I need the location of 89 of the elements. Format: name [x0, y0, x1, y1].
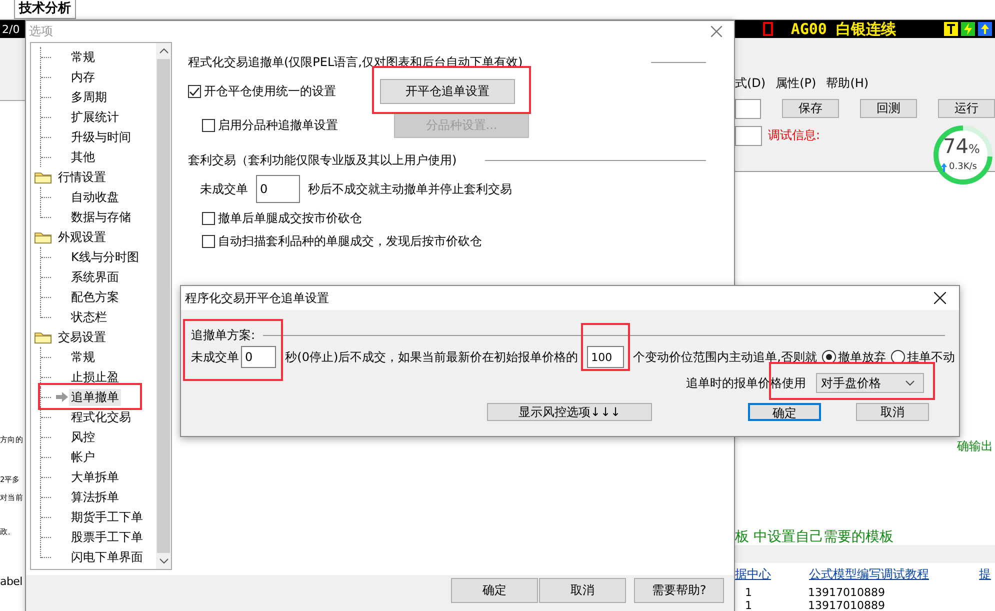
message-text: 板 中设置自己需要的模板	[735, 528, 894, 546]
toolbar-button[interactable]: 回测	[860, 99, 917, 118]
price-dropdown[interactable]: 对手盘价格	[816, 373, 924, 393]
chart-date-text: 2/0	[2, 22, 20, 36]
field-label: 追单时的报单价格使用	[686, 374, 806, 392]
scroll-bar[interactable]	[156, 43, 171, 569]
tree-item[interactable]: 系统界面	[69, 268, 121, 286]
toolbar-button[interactable]: 运行	[938, 99, 995, 118]
table-cell: 13917010889	[808, 586, 885, 599]
toolbar-button[interactable]: 保存	[782, 99, 839, 118]
tree-item[interactable]: 数据与存储	[69, 208, 133, 226]
folder-icon	[34, 170, 52, 184]
tree-item[interactable]: 止损止盈	[69, 368, 121, 386]
tree-item[interactable]: 帐户	[69, 448, 97, 466]
symbol-title: AG00 白银连续	[790, 20, 896, 38]
table-cell-text: 1	[745, 599, 753, 611]
tree-item[interactable]: 大单拆单	[69, 468, 121, 486]
folder-icon	[34, 330, 52, 344]
checkbox[interactable]: 启用分品种追撤单设置	[202, 116, 394, 134]
field-label: 秒(0停止)后不成交，如果当前最新价在初始报单价格的	[285, 348, 578, 366]
tree-item[interactable]: 自动收盘	[69, 188, 121, 206]
debug-label: 调试信息:	[768, 127, 820, 144]
table-cell: 13917010889	[808, 599, 885, 611]
risk-options-button[interactable]: 显示风控选项↓↓↓	[487, 403, 652, 421]
tree-item[interactable]: 升级与时间	[69, 128, 133, 146]
tree-item[interactable]: 扩展统计	[69, 108, 121, 126]
section-title: 套利交易（套利功能仅限专业版及其以上用户使用)	[188, 152, 457, 168]
checkbox[interactable]: 开仓平仓使用统一的设置	[188, 82, 380, 100]
tree-item[interactable]: 多周期	[69, 88, 109, 106]
tree-item[interactable]: 常规	[69, 348, 97, 366]
menu-item[interactable]: 属性(P)	[776, 74, 816, 92]
t-icon[interactable]	[944, 22, 958, 36]
tree-item[interactable]: 配色方案	[69, 288, 121, 306]
radio-option[interactable]: 撤单放弃	[822, 348, 886, 366]
tree-item[interactable]: 追单撤单	[69, 388, 121, 406]
log-text: abel	[0, 576, 24, 588]
tree-item[interactable]: K线与分时图	[69, 248, 141, 266]
tree-folder[interactable]: 外观设置	[56, 228, 108, 246]
menu-item[interactable]: 式(D)	[735, 74, 766, 92]
checkbox[interactable]: 自动扫描套利品种的单腿成交，发现后按市价砍仓	[202, 233, 706, 250]
close-icon[interactable]	[934, 292, 946, 304]
chevron-down-icon	[905, 380, 915, 386]
speed-text: 0.3K/s	[949, 162, 977, 172]
link[interactable]: 提	[979, 566, 991, 583]
tab-title[interactable]: 技术分析	[14, 0, 76, 19]
meter-unit: %	[968, 142, 980, 156]
upload-arrow-icon	[941, 162, 947, 172]
radio-option[interactable]: 挂单不动	[891, 348, 955, 366]
checkbox[interactable]: 撤单后单腿成交按市价砍仓	[202, 210, 706, 227]
menu-item[interactable]: 帮助(H)	[826, 74, 869, 92]
dialog-button[interactable]: 需要帮助?	[634, 578, 724, 603]
field-label: 未成交单	[200, 180, 248, 198]
input-field[interactable]	[735, 98, 761, 118]
input-field[interactable]	[735, 126, 762, 146]
tree-item[interactable]: 算法拆单	[69, 488, 121, 506]
folder-icon	[34, 230, 52, 244]
tree-item[interactable]: 股票手工下单	[69, 528, 145, 546]
tree-item[interactable]: 其他	[69, 148, 97, 166]
settings-button[interactable]: 开平仓追单设置	[380, 78, 515, 104]
field-label: 未成交单	[191, 348, 239, 366]
table-cell-text: 1	[745, 586, 753, 599]
dialog-button[interactable]: 取消	[856, 403, 929, 421]
window-icon[interactable]	[762, 22, 773, 36]
dialog-title: 程序化交易开平仓追单设置	[185, 290, 329, 306]
field-label: 秒后不成交就主动撤单并停止套利交易	[308, 180, 512, 198]
dialog-button[interactable]: 确定	[748, 403, 821, 421]
tree-folder[interactable]: 交易设置	[56, 328, 108, 346]
arrow-up-icon[interactable]	[978, 22, 992, 36]
message-text: 确输出	[957, 438, 994, 455]
link[interactable]: 据中心	[735, 566, 771, 583]
ticks-field[interactable]: 100	[587, 346, 624, 368]
window-title: 选项	[29, 23, 53, 40]
tree-item[interactable]: 期货手工下单	[69, 508, 145, 526]
highlight-frame	[581, 323, 630, 371]
tree-item[interactable]: 风控	[69, 428, 97, 446]
tree-item[interactable]: 程式化交易	[69, 408, 133, 426]
link[interactable]: 公式模型编写调试教程	[809, 566, 929, 583]
group-title: 追撤单方案:	[191, 326, 256, 344]
tree-item[interactable]: 内存	[69, 68, 97, 86]
seconds-field[interactable]: 0	[241, 346, 276, 368]
tree-item[interactable]: 状态栏	[69, 308, 109, 326]
dialog-button[interactable]: 取消	[539, 578, 626, 603]
tree-folder[interactable]: 行情设置	[56, 168, 108, 186]
seconds-field[interactable]: 0	[256, 175, 300, 203]
tree-item[interactable]: 闪电下单界面	[69, 548, 145, 566]
dialog-button[interactable]: 确定	[451, 578, 538, 603]
checkmark-icon	[189, 86, 200, 96]
tree-item[interactable]: 常规	[69, 48, 97, 66]
meter-value: 74	[943, 134, 968, 158]
